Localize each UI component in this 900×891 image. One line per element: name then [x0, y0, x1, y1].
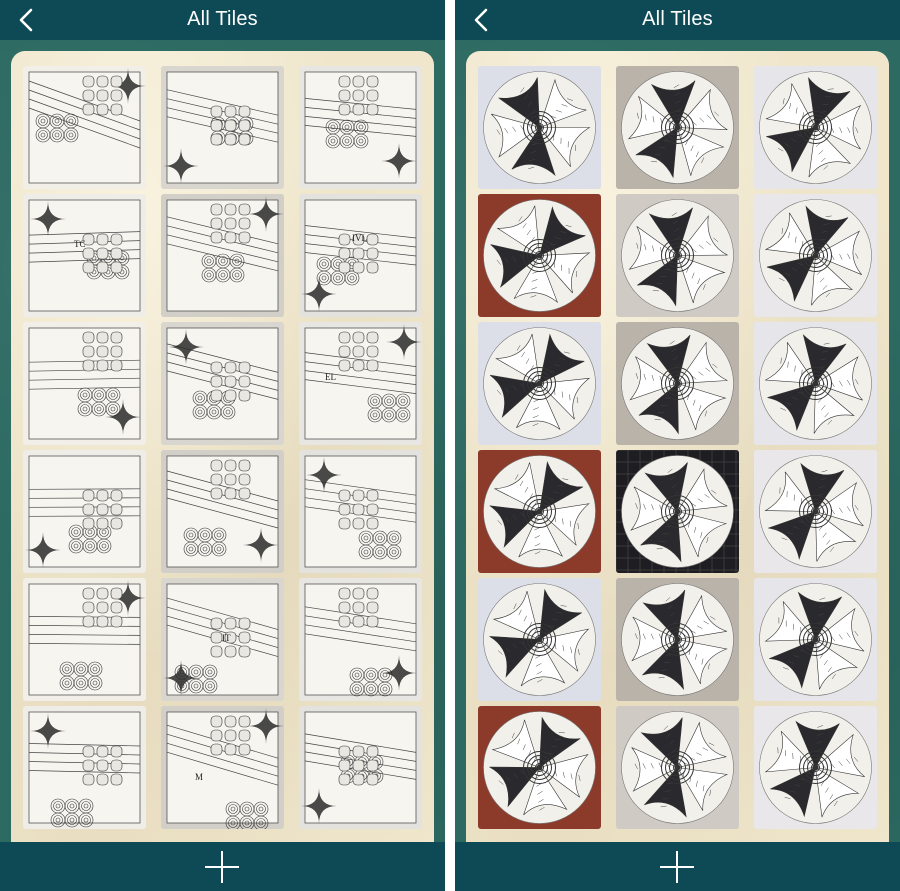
tile-gallery: TC IVL EL IT M [11, 51, 434, 851]
tile-artwork-image [616, 450, 739, 573]
round-tile-thumbnail[interactable] [754, 706, 877, 829]
nav-bar: All Tiles [455, 0, 900, 40]
tile-artwork-image: M [161, 706, 284, 829]
square-tile-thumbnail[interactable] [299, 578, 422, 701]
nav-bar: All Tiles [0, 0, 445, 40]
square-tile-thumbnail[interactable] [161, 66, 284, 189]
round-tile-thumbnail[interactable] [616, 450, 739, 573]
square-tile-thumbnail[interactable]: IT [161, 578, 284, 701]
bottom-toolbar [0, 842, 445, 891]
round-tile-thumbnail[interactable] [616, 194, 739, 317]
tile-artwork-image: TC [23, 194, 146, 317]
tile-gallery [466, 51, 889, 851]
tile-artwork-image [754, 322, 877, 445]
tile-artwork-image [478, 322, 601, 445]
tile-artwork-image [754, 450, 877, 573]
bottom-toolbar [455, 842, 900, 891]
tile-caption: M [195, 772, 203, 782]
tile-artwork-image [161, 450, 284, 573]
square-tile-thumbnail[interactable]: M [161, 706, 284, 829]
plus-icon [660, 851, 694, 883]
tile-artwork-image [478, 450, 601, 573]
square-tile-thumbnail[interactable] [23, 578, 146, 701]
tile-artwork-image [754, 578, 877, 701]
tile-artwork-image [754, 706, 877, 829]
tile-artwork-image [616, 706, 739, 829]
tile-artwork-image [299, 66, 422, 189]
tile-grid [478, 66, 877, 829]
tile-artwork-image [478, 578, 601, 701]
round-tile-thumbnail[interactable] [754, 578, 877, 701]
tile-artwork-image [23, 450, 146, 573]
plus-icon [205, 851, 239, 883]
round-tile-thumbnail[interactable] [478, 450, 601, 573]
tile-artwork-image: IT [161, 578, 284, 701]
add-tile-button[interactable] [204, 850, 240, 884]
page-title: All Tiles [187, 8, 258, 30]
square-tile-thumbnail[interactable]: IVL [299, 194, 422, 317]
tile-artwork-image [161, 66, 284, 189]
square-tile-thumbnail[interactable] [23, 450, 146, 573]
square-tile-thumbnail[interactable] [23, 322, 146, 445]
square-tile-thumbnail[interactable]: EL [299, 322, 422, 445]
round-tile-thumbnail[interactable] [754, 322, 877, 445]
round-tile-thumbnail[interactable] [478, 66, 601, 189]
round-tile-thumbnail[interactable] [754, 450, 877, 573]
square-tile-thumbnail[interactable] [161, 322, 284, 445]
tile-caption: EL [325, 372, 336, 382]
square-tile-thumbnail[interactable] [161, 194, 284, 317]
screens: All Tiles TC IVL EL IT M All Tiles [0, 0, 900, 891]
tile-caption: IVL [352, 233, 367, 243]
round-tile-thumbnail[interactable] [754, 66, 877, 189]
tile-artwork-image [23, 578, 146, 701]
tile-artwork-image [616, 194, 739, 317]
tile-artwork-image [478, 66, 601, 189]
round-tile-thumbnail[interactable] [478, 194, 601, 317]
tile-artwork-image [754, 194, 877, 317]
square-tile-thumbnail[interactable] [23, 706, 146, 829]
square-tile-thumbnail[interactable] [299, 706, 422, 829]
round-tile-thumbnail[interactable] [616, 578, 739, 701]
round-tile-thumbnail[interactable] [478, 322, 601, 445]
page-title: All Tiles [642, 8, 713, 30]
square-tile-thumbnail[interactable] [23, 66, 146, 189]
tile-artwork-image: EL [299, 322, 422, 445]
tile-artwork-image: IVL [299, 194, 422, 317]
tile-artwork-image [754, 66, 877, 189]
tile-artwork-image [23, 66, 146, 189]
tile-artwork-image [478, 194, 601, 317]
tile-artwork-image [616, 578, 739, 701]
tile-artwork-image [161, 194, 284, 317]
square-tile-thumbnail[interactable] [161, 450, 284, 573]
tile-artwork-image [616, 66, 739, 189]
tile-artwork-image [23, 322, 146, 445]
round-tile-thumbnail[interactable] [616, 706, 739, 829]
tile-caption: TC [74, 239, 86, 249]
tile-artwork-image [478, 706, 601, 829]
tile-caption: IT [222, 633, 231, 643]
screen-square-tiles: All Tiles TC IVL EL IT M [0, 0, 445, 891]
screen-round-tiles: All Tiles [455, 0, 900, 891]
tile-artwork-image [161, 322, 284, 445]
square-tile-thumbnail[interactable] [299, 66, 422, 189]
round-tile-thumbnail[interactable] [616, 66, 739, 189]
round-tile-thumbnail[interactable] [478, 578, 601, 701]
round-tile-thumbnail[interactable] [478, 706, 601, 829]
tile-artwork-image [23, 706, 146, 829]
square-tile-thumbnail[interactable]: TC [23, 194, 146, 317]
tile-artwork-image [616, 322, 739, 445]
square-tile-thumbnail[interactable] [299, 450, 422, 573]
round-tile-thumbnail[interactable] [754, 194, 877, 317]
add-tile-button[interactable] [659, 850, 695, 884]
round-tile-thumbnail[interactable] [616, 322, 739, 445]
tile-artwork-image [299, 578, 422, 701]
tile-grid: TC IVL EL IT M [23, 66, 422, 829]
tile-artwork-image [299, 706, 422, 829]
tile-artwork-image [299, 450, 422, 573]
